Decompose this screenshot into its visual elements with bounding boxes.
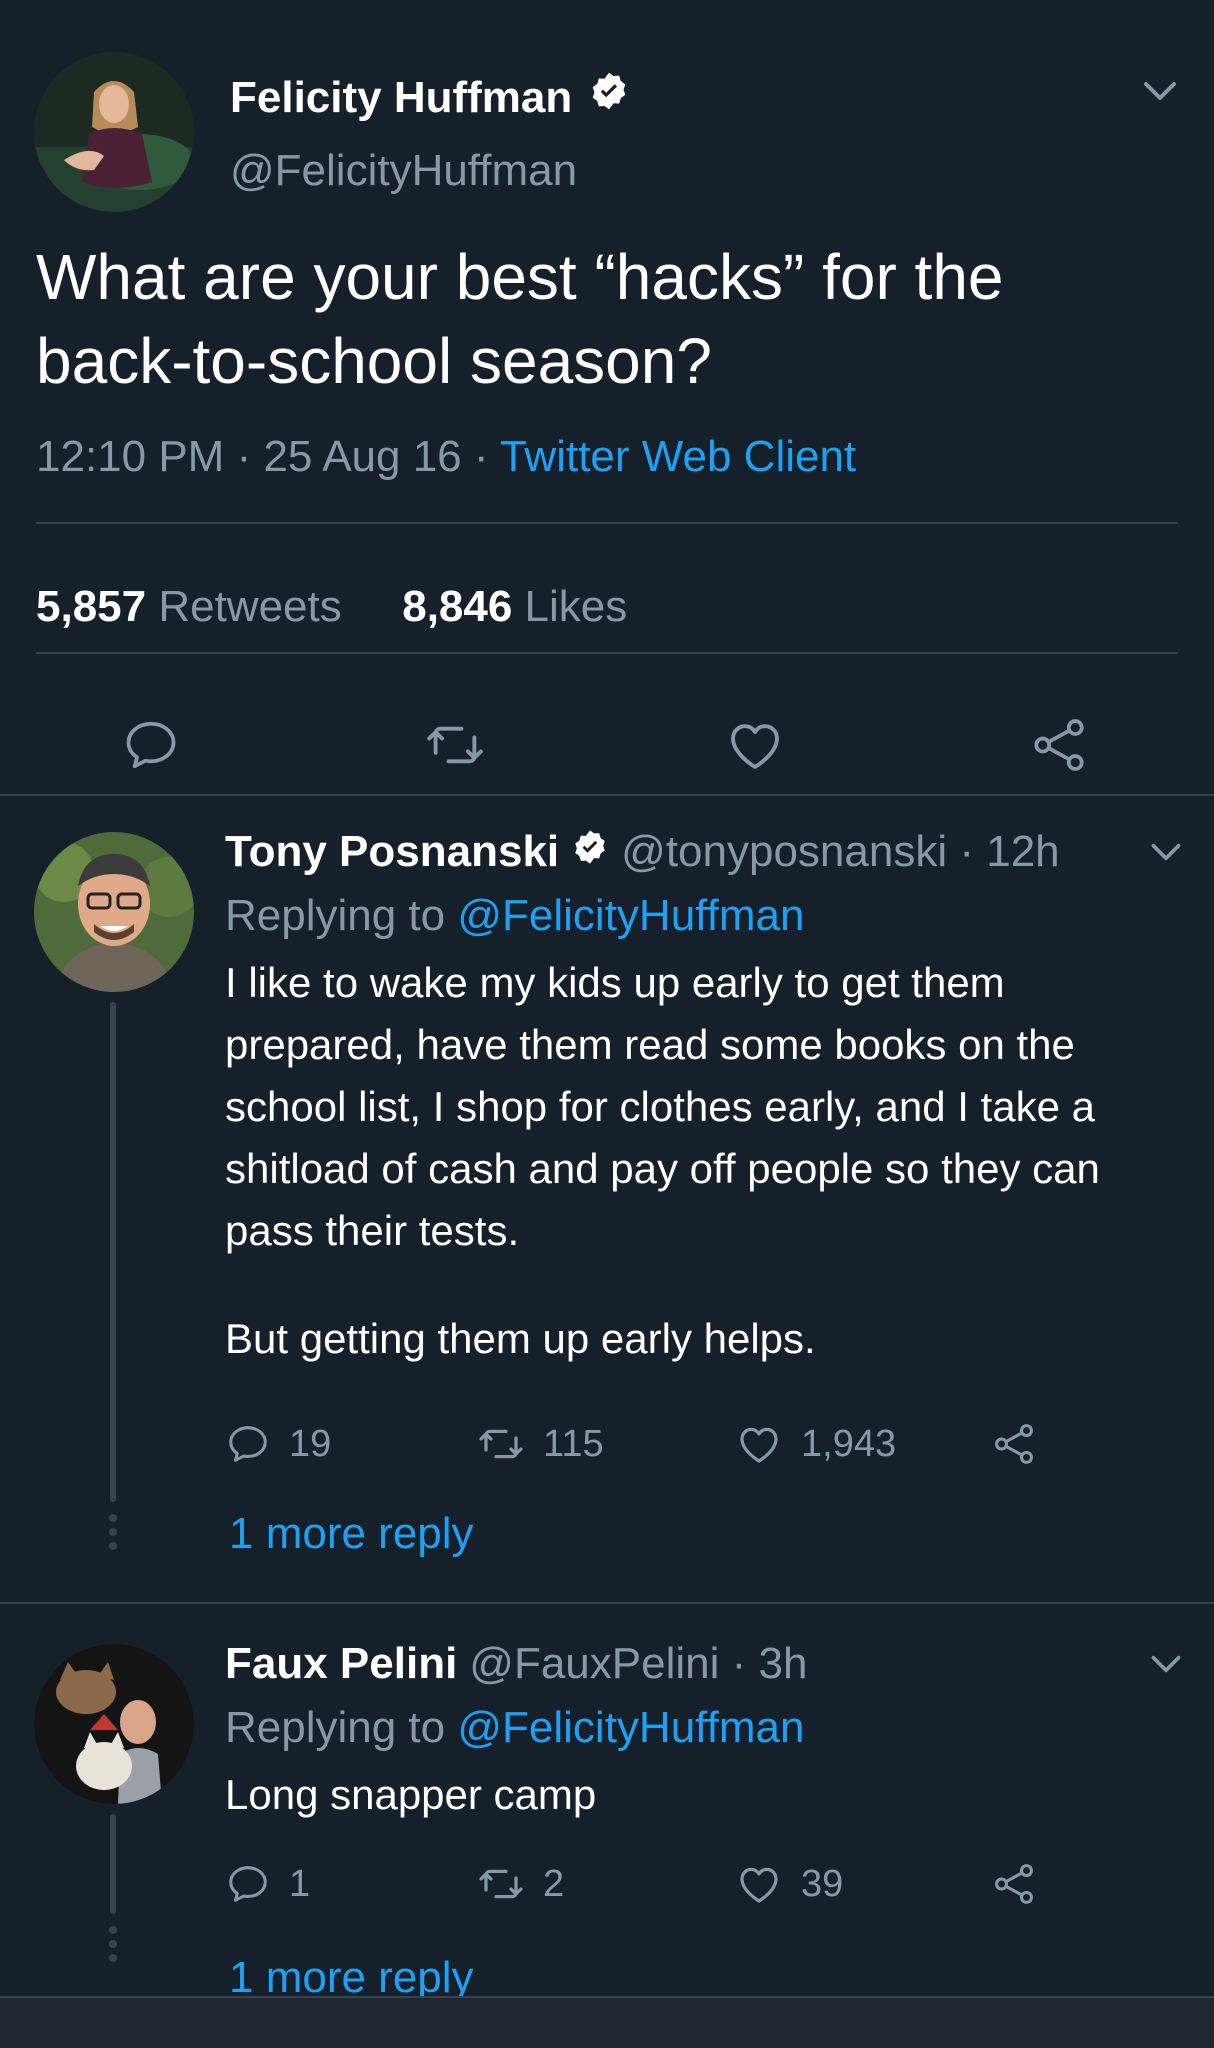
verified-icon: [571, 824, 609, 880]
reply-actions: 1 2 39: [225, 1854, 1125, 1914]
time-separator: ·: [947, 827, 987, 876]
tweet-text: What are your best “hacks” for the back-…: [36, 241, 1004, 397]
replying-to-mention[interactable]: @FelicityHuffman: [457, 1703, 804, 1752]
like-count: 39: [801, 1862, 844, 1905]
reply-time[interactable]: 3h: [759, 1639, 808, 1688]
share-button[interactable]: [1024, 710, 1094, 780]
author-handle: @tonyposnanski · 12h: [621, 824, 1060, 880]
reply-count: 19: [289, 1422, 332, 1465]
retweets-stat[interactable]: 5,857 Retweets: [36, 582, 342, 631]
author-handle-text[interactable]: @tonyposnanski: [621, 827, 947, 876]
chevron-down-icon[interactable]: [1148, 838, 1184, 871]
reply-button[interactable]: [116, 710, 186, 780]
retweet-count: 115: [543, 1422, 604, 1465]
reply-text: I like to wake my kids up early to get t…: [225, 959, 1100, 1254]
author-handle[interactable]: @FelicityHuffman: [230, 144, 577, 198]
reply-tweet[interactable]: Tony Posnanski @tonyposnanski · 12h Repl…: [0, 796, 1214, 1604]
likes-stat[interactable]: 8,846 Likes: [402, 582, 627, 631]
thread-line: [110, 1814, 116, 1914]
retweet-icon: [427, 726, 483, 764]
reply-count: 1: [289, 1862, 311, 1905]
top-strip: [0, 0, 1214, 20]
reply-time[interactable]: 12h: [986, 827, 1059, 876]
avatar[interactable]: [34, 1644, 194, 1804]
reply-header: Tony Posnanski @tonyposnanski · 12h: [225, 824, 1060, 880]
tweet-actions: [0, 710, 1214, 780]
avatar-image: [34, 832, 194, 992]
retweet-icon: [479, 1429, 523, 1459]
retweets-count: 5,857: [36, 582, 147, 631]
divider: [36, 652, 1178, 654]
divider: [36, 522, 1178, 524]
like-button[interactable]: [720, 710, 790, 780]
chevron-down-icon[interactable]: [1140, 76, 1180, 111]
reply-header: Faux Pelini @FauxPelini · 3h: [225, 1636, 807, 1692]
like-icon: [731, 724, 779, 769]
tweet-date[interactable]: 25 Aug 16: [263, 432, 461, 481]
retweet-icon: [479, 1869, 523, 1899]
reply-icon: [229, 1426, 267, 1462]
main-tweet: Felicity Huffman @FelicityHuffman What a…: [0, 20, 1214, 796]
reply-icon: [229, 1866, 267, 1902]
author-handle: @FauxPelini · 3h: [469, 1636, 807, 1692]
thread-line: [110, 1002, 116, 1502]
retweet-button[interactable]: [420, 710, 490, 780]
replying-to-mention[interactable]: @FelicityHuffman: [457, 891, 804, 940]
reply-button[interactable]: 19: [225, 1414, 331, 1474]
tweet-meta: 12:10 PM · 25 Aug 16 · Twitter Web Clien…: [36, 430, 856, 484]
likes-label: Likes: [512, 582, 628, 631]
replying-prefix: Replying to: [225, 891, 458, 940]
share-button[interactable]: [991, 1414, 1037, 1474]
share-icon: [1034, 719, 1084, 771]
thread-dots: [107, 1514, 119, 1556]
like-icon: [740, 1427, 778, 1463]
author-name-row: Felicity Huffman: [230, 70, 630, 125]
author-handle-text[interactable]: @FauxPelini: [469, 1639, 719, 1688]
likes-count: 8,846: [402, 582, 513, 631]
tweet-time[interactable]: 12:10 PM: [36, 432, 224, 481]
reply-tweet[interactable]: Faux Pelini @FauxPelini · 3h Replying to…: [0, 1604, 1214, 2002]
time-separator: ·: [719, 1639, 759, 1688]
like-icon: [740, 1867, 778, 1903]
share-button[interactable]: [991, 1854, 1037, 1914]
like-count: 1,943: [801, 1422, 897, 1465]
author-name[interactable]: Tony Posnanski: [225, 824, 559, 880]
bottom-bar: [0, 1996, 1214, 2048]
retweet-button[interactable]: 2: [477, 1854, 564, 1914]
meta-separator: ·: [461, 432, 500, 481]
reply-icon: [126, 721, 176, 769]
share-icon: [995, 1864, 1033, 1904]
retweets-label: Retweets: [146, 582, 342, 631]
meta-separator: ·: [224, 432, 264, 481]
replying-prefix: Replying to: [225, 1703, 458, 1752]
chevron-down-icon[interactable]: [1148, 1650, 1184, 1683]
avatar-image: [34, 1644, 194, 1804]
share-icon: [995, 1424, 1033, 1464]
retweet-count: 2: [543, 1862, 565, 1905]
author-name[interactable]: Faux Pelini: [225, 1636, 457, 1692]
reply-actions: 19 115 1,943: [225, 1414, 1125, 1474]
like-button[interactable]: 39: [735, 1854, 843, 1914]
replying-to: Replying to @FelicityHuffman: [225, 888, 804, 944]
replying-to: Replying to @FelicityHuffman: [225, 1700, 804, 1756]
more-replies-link[interactable]: 1 more reply: [229, 1506, 474, 1562]
reply-button[interactable]: 1: [225, 1854, 310, 1914]
tweet-stats: 5,857 Retweets 8,846 Likes: [36, 580, 627, 634]
author-name[interactable]: Felicity Huffman: [230, 71, 572, 125]
avatar-image: [34, 52, 194, 212]
reply-text: Long snapper camp: [225, 1771, 597, 1818]
avatar[interactable]: [34, 52, 194, 212]
verified-icon: [588, 70, 630, 125]
retweet-button[interactable]: 115: [477, 1414, 604, 1474]
avatar[interactable]: [34, 832, 194, 992]
tweet-client-link[interactable]: Twitter Web Client: [500, 432, 856, 481]
thread-dots: [107, 1926, 119, 1968]
reply-text: But getting them up early helps.: [225, 1315, 816, 1362]
like-button[interactable]: 1,943: [735, 1414, 896, 1474]
